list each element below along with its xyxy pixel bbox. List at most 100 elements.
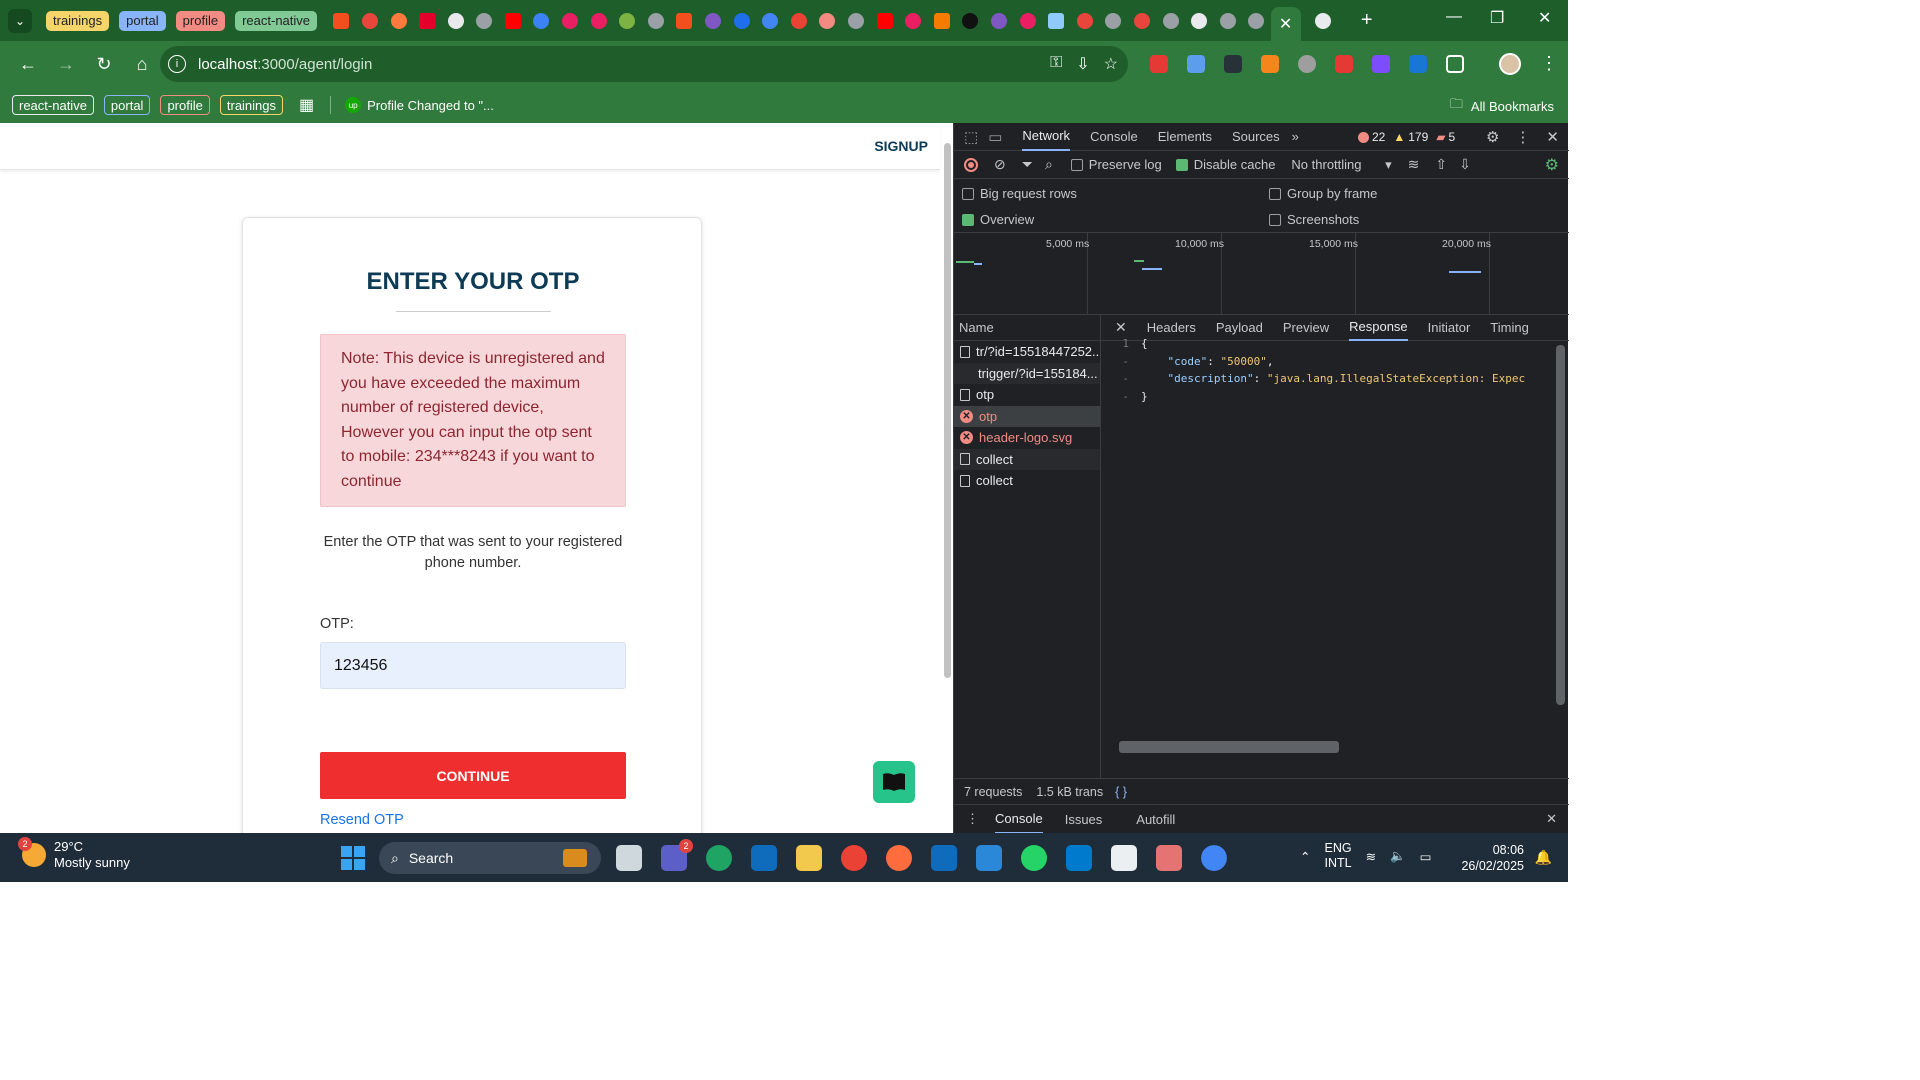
minimize-icon[interactable]: — bbox=[1446, 8, 1462, 26]
overview-checkbox[interactable]: Overview bbox=[962, 212, 1034, 227]
reload-icon[interactable]: ↻ bbox=[94, 54, 114, 75]
preserve-log-checkbox[interactable]: Preserve log bbox=[1070, 157, 1162, 172]
globe-tab-icon[interactable] bbox=[1248, 12, 1265, 29]
response-body[interactable]: 1{ - "code": "50000", - "description": "… bbox=[1101, 337, 1551, 405]
export-har-icon[interactable]: ⇩ bbox=[1459, 156, 1471, 173]
app-icon[interactable] bbox=[886, 845, 912, 871]
taskbar-search[interactable]: ⌕ Search bbox=[379, 842, 601, 874]
extensions-puzzle-icon[interactable] bbox=[1446, 55, 1464, 73]
devtools-settings-icon[interactable]: ⚙ bbox=[1486, 128, 1499, 146]
new-tab-icon[interactable]: + bbox=[1361, 9, 1373, 32]
issues-count[interactable]: ▰ 5 bbox=[1436, 130, 1455, 144]
snipping-tool-icon[interactable] bbox=[1156, 845, 1182, 871]
site-info-icon[interactable]: i bbox=[168, 55, 186, 73]
request-row-selected[interactable]: ✕ otp bbox=[954, 405, 1100, 427]
response-horizontal-scrollbar[interactable] bbox=[1119, 741, 1339, 753]
all-bookmarks[interactable]: 🗀 All Bookmarks bbox=[1450, 95, 1554, 117]
import-har-icon[interactable]: ⇧ bbox=[1435, 156, 1447, 173]
globe-tab-icon[interactable] bbox=[1219, 12, 1236, 29]
file-explorer-icon[interactable] bbox=[796, 845, 822, 871]
metamask-icon[interactable] bbox=[1261, 55, 1279, 73]
bookmark-folder-profile[interactable]: profile bbox=[160, 95, 210, 115]
teams-icon[interactable]: 2 bbox=[661, 839, 693, 871]
disable-cache-checkbox[interactable]: Disable cache bbox=[1175, 157, 1275, 172]
globe-tab-icon[interactable] bbox=[848, 12, 864, 29]
tab-elements[interactable]: Elements bbox=[1158, 123, 1212, 151]
shield-tab-icon[interactable] bbox=[1048, 12, 1065, 29]
figma-tab-icon[interactable] bbox=[333, 12, 350, 29]
tab-group-trainings[interactable]: trainings bbox=[46, 10, 110, 31]
profile-avatar[interactable] bbox=[1499, 53, 1521, 75]
drawer-tab-issues[interactable]: Issues bbox=[1065, 805, 1103, 834]
error-count[interactable]: 22 bbox=[1358, 130, 1385, 144]
task-view-icon[interactable] bbox=[616, 845, 642, 871]
big-request-rows-checkbox[interactable]: Big request rows bbox=[962, 186, 1077, 201]
wifi-icon[interactable]: ≋ bbox=[1366, 849, 1376, 864]
player-tab-icon[interactable] bbox=[562, 12, 579, 29]
extension-icon[interactable] bbox=[1150, 55, 1168, 73]
throttling-select[interactable]: No throttling ▾ bbox=[1291, 157, 1391, 173]
start-button[interactable] bbox=[341, 846, 365, 870]
request-row[interactable]: collect bbox=[954, 448, 1100, 470]
outlook-new-icon[interactable] bbox=[931, 845, 957, 871]
chrome-active-icon[interactable] bbox=[1199, 843, 1229, 873]
request-row[interactable]: tr/?id=15518447252... bbox=[954, 341, 1100, 363]
tab-search-button[interactable]: ⌄ bbox=[8, 8, 32, 33]
help-widget-button[interactable] bbox=[873, 761, 915, 803]
globe-tab-icon[interactable] bbox=[476, 12, 493, 29]
drawer-menu-icon[interactable]: ⋮ bbox=[966, 811, 979, 827]
weather-widget[interactable]: 2 29°C Mostly sunny bbox=[18, 837, 130, 871]
player-tab-icon[interactable] bbox=[1019, 12, 1036, 29]
globe-tab-icon[interactable] bbox=[1162, 12, 1179, 29]
app-tab-icon[interactable] bbox=[1314, 12, 1331, 29]
vscode-icon[interactable] bbox=[1066, 845, 1092, 871]
file-icon[interactable] bbox=[1111, 845, 1137, 871]
app-tab-icon[interactable] bbox=[619, 12, 636, 29]
close-window-icon[interactable]: ✕ bbox=[1538, 8, 1551, 28]
app-tab-icon[interactable] bbox=[819, 12, 836, 29]
whatsapp-icon[interactable] bbox=[1021, 845, 1047, 871]
extension-icon[interactable] bbox=[1224, 55, 1242, 73]
tab-network[interactable]: Network bbox=[1022, 123, 1071, 151]
youtube-tab-icon[interactable] bbox=[876, 12, 893, 29]
notifications-bell-icon[interactable]: 🔔 bbox=[1535, 849, 1552, 866]
address-bar[interactable]: i localhost:3000/agent/login ⚿ ⇩ ☆ bbox=[160, 46, 1128, 82]
warning-count[interactable]: ▲ 179 bbox=[1393, 130, 1428, 144]
extension-icon[interactable] bbox=[1187, 55, 1205, 73]
bookmark-folder-portal[interactable]: portal bbox=[103, 95, 151, 115]
player-tab-icon[interactable] bbox=[905, 12, 922, 29]
apps-grid-icon[interactable]: ▦ bbox=[299, 95, 314, 115]
browser-menu-icon[interactable]: ⋮ bbox=[1540, 53, 1558, 74]
request-row[interactable]: ✕ header-logo.svg bbox=[954, 427, 1100, 449]
drawer-tab-autofill[interactable]: Autofill bbox=[1136, 805, 1175, 834]
bookmark-star-icon[interactable]: ☆ bbox=[1104, 54, 1118, 74]
device-toolbar-icon[interactable]: ▭ bbox=[988, 128, 1002, 146]
opera-tab-icon[interactable] bbox=[790, 12, 807, 29]
tab-sources[interactable]: Sources bbox=[1232, 123, 1280, 151]
record-icon[interactable] bbox=[964, 157, 978, 172]
app-tab-icon[interactable] bbox=[733, 12, 750, 29]
notepad-icon[interactable] bbox=[976, 845, 1002, 871]
signup-link[interactable]: SIGNUP bbox=[874, 138, 928, 154]
forward-icon[interactable]: → bbox=[56, 54, 76, 75]
request-row[interactable]: trigger/?id=155184... bbox=[954, 362, 1100, 384]
bookmark-folder-react-native[interactable]: react-native bbox=[12, 95, 94, 115]
app-tab-icon[interactable] bbox=[1076, 12, 1093, 29]
app-tab-icon[interactable] bbox=[533, 12, 550, 29]
player-tab-icon[interactable] bbox=[590, 12, 607, 29]
continue-button[interactable]: CONTINUE bbox=[320, 752, 626, 799]
youtube-tab-icon[interactable] bbox=[504, 12, 521, 29]
globe-tab-icon[interactable] bbox=[647, 12, 664, 29]
tray-overflow-icon[interactable]: ⌃ bbox=[1300, 849, 1310, 864]
drawer-close-icon[interactable]: ✕ bbox=[1546, 811, 1557, 827]
name-column-header[interactable]: Name bbox=[954, 315, 1100, 341]
home-icon[interactable]: ⌂ bbox=[132, 54, 152, 75]
devtools-menu-icon[interactable]: ⋮ bbox=[1515, 128, 1530, 146]
tab-group-profile[interactable]: profile bbox=[175, 10, 226, 31]
restore-icon[interactable]: ❐ bbox=[1490, 8, 1504, 28]
install-app-icon[interactable]: ⇩ bbox=[1076, 54, 1089, 74]
claude-tab-icon[interactable] bbox=[390, 12, 407, 29]
network-settings-icon[interactable]: ⚙ bbox=[1545, 155, 1559, 175]
clear-icon[interactable]: ⊘ bbox=[994, 156, 1006, 173]
back-icon[interactable]: ← bbox=[18, 54, 38, 75]
